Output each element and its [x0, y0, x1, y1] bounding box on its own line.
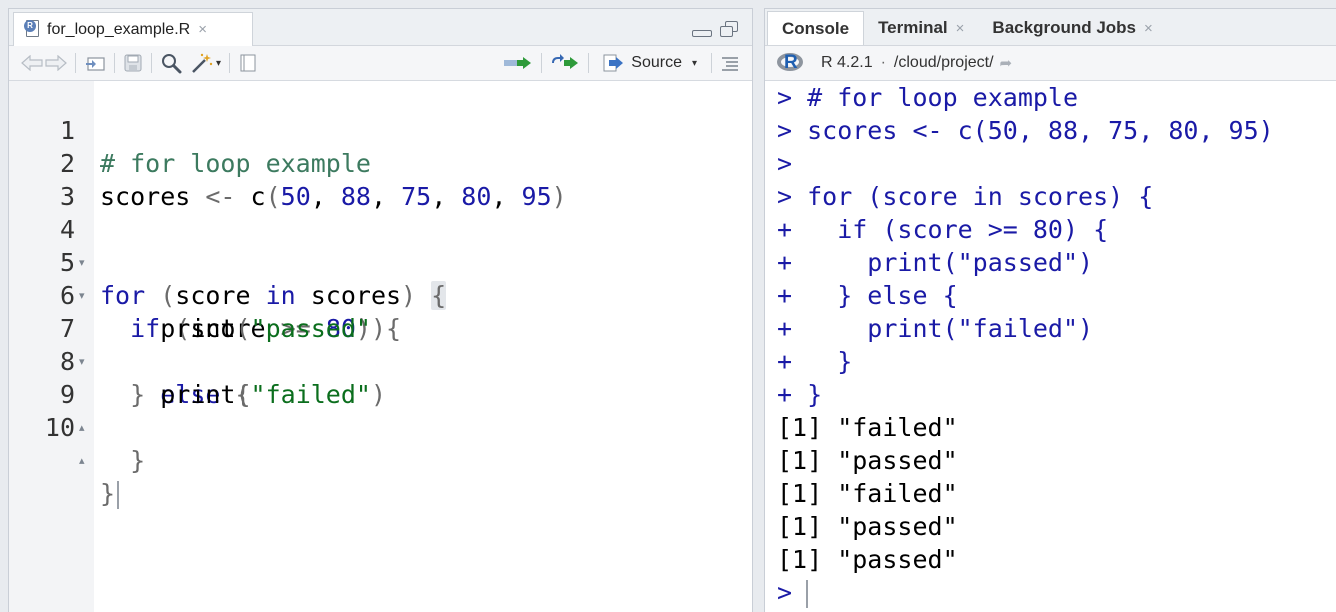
- tab-filename: for_loop_example.R: [47, 20, 191, 38]
- console-input-line: + print("failed"): [777, 314, 1094, 343]
- console-cursor: [806, 580, 809, 608]
- code-line: 2 scores <- c(50, 88, 75, 80, 95): [9, 114, 752, 211]
- source-arrow-icon: [603, 54, 625, 72]
- text-cursor: [117, 481, 120, 509]
- console-output-line: [1] "failed": [777, 413, 958, 442]
- close-tab-icon[interactable]: ×: [1144, 20, 1153, 37]
- compile-report-icon[interactable]: [238, 51, 258, 75]
- console-input-line: > # for loop example: [777, 83, 1079, 112]
- save-icon[interactable]: [123, 51, 143, 75]
- show-in-new-window-icon[interactable]: [84, 51, 106, 75]
- pane-splitter[interactable]: [753, 0, 764, 612]
- console-output-line: [1] "passed": [777, 545, 958, 574]
- code-line: 3: [9, 147, 752, 211]
- code-line: 10 ▴ }: [9, 378, 752, 509]
- tab-terminal-label: Terminal: [878, 18, 948, 37]
- console-input-line: + }: [777, 347, 853, 376]
- r-version: R 4.2.1: [821, 54, 873, 71]
- code-line: 5 ▾ if (score >= 80) {: [9, 213, 752, 343]
- console-output-line: [1] "passed": [777, 446, 958, 475]
- console-input-line: + print("passed"): [777, 248, 1094, 277]
- code-line: 8 print("failed"): [9, 312, 752, 409]
- search-icon[interactable]: [160, 51, 182, 75]
- forward-arrow-icon[interactable]: [45, 51, 67, 75]
- console-input-line: + } else {: [777, 281, 958, 310]
- code-line: 7 ▾ } else {: [9, 279, 752, 409]
- code-line: 6 print("passed"): [9, 246, 752, 343]
- console-tabstrip: Console Terminal × Background Jobs ×: [765, 9, 1336, 46]
- minimize-pane-icon[interactable]: [692, 29, 712, 37]
- go-to-directory-icon[interactable]: ➦: [1000, 54, 1013, 72]
- console-output[interactable]: > # for loop example > scores <- c(50, 88…: [765, 81, 1336, 612]
- console-input-line: > scores <- c(50, 88, 75, 80, 95): [777, 116, 1274, 145]
- console-input-line: + if (score >= 80) {: [777, 215, 1109, 244]
- document-outline-icon[interactable]: [720, 51, 740, 75]
- code-editor[interactable]: 1 # for loop example 2 scores <- c(50, 8…: [9, 81, 752, 612]
- magic-wand-icon[interactable]: [190, 51, 214, 75]
- console-pane: Console Terminal × Background Jobs × R R…: [764, 8, 1336, 612]
- console-output-line: [1] "passed": [777, 512, 958, 541]
- r-script-file-icon: R: [24, 19, 41, 40]
- console-input-line: >: [777, 149, 793, 178]
- run-line-icon[interactable]: [503, 51, 533, 75]
- tab-terminal[interactable]: Terminal ×: [864, 11, 978, 45]
- source-button-label: Source: [631, 54, 682, 71]
- source-toolbar: ▾ Source ▾: [9, 46, 752, 81]
- source-tabstrip: R for_loop_example.R ×: [9, 9, 752, 46]
- fold-toggle-icon[interactable]: ▴: [79, 444, 85, 477]
- console-output-line: [1] "failed": [777, 479, 958, 508]
- line-number: 10: [44, 413, 75, 442]
- console-input-line: + }: [777, 380, 823, 409]
- console-input-line: >: [777, 576, 809, 609]
- code-tools-dropdown-icon[interactable]: ▾: [216, 58, 221, 69]
- close-tab-icon[interactable]: ×: [198, 21, 207, 38]
- code-line: 9 ▴ }: [9, 345, 752, 475]
- code-line: 1 # for loop example: [9, 81, 752, 178]
- source-pane: R for_loop_example.R × ▾ Source ▾ 1 # fo…: [8, 8, 753, 612]
- tab-console[interactable]: Console: [767, 11, 865, 45]
- working-directory: /cloud/project/: [893, 54, 994, 71]
- source-dropdown-icon[interactable]: ▾: [692, 58, 697, 69]
- tab-console-label: Console: [782, 18, 850, 38]
- code-line: 4 ▾ for (score in scores) {: [9, 180, 752, 310]
- close-tab-icon[interactable]: ×: [956, 20, 965, 37]
- maximize-pane-icon[interactable]: [720, 21, 738, 37]
- tab-for-loop-example[interactable]: R for_loop_example.R ×: [13, 12, 253, 46]
- source-button[interactable]: Source ▾: [599, 51, 703, 75]
- r-logo-icon: R: [777, 52, 805, 74]
- console-toolbar: R R 4.2.1 · /cloud/project/ ➦: [765, 46, 1336, 81]
- back-arrow-icon[interactable]: [21, 51, 43, 75]
- rerun-region-icon[interactable]: [550, 51, 580, 75]
- tab-background-jobs-label: Background Jobs: [992, 18, 1137, 37]
- tab-background-jobs[interactable]: Background Jobs ×: [978, 11, 1166, 45]
- console-input-line: > for (score in scores) {: [777, 182, 1154, 211]
